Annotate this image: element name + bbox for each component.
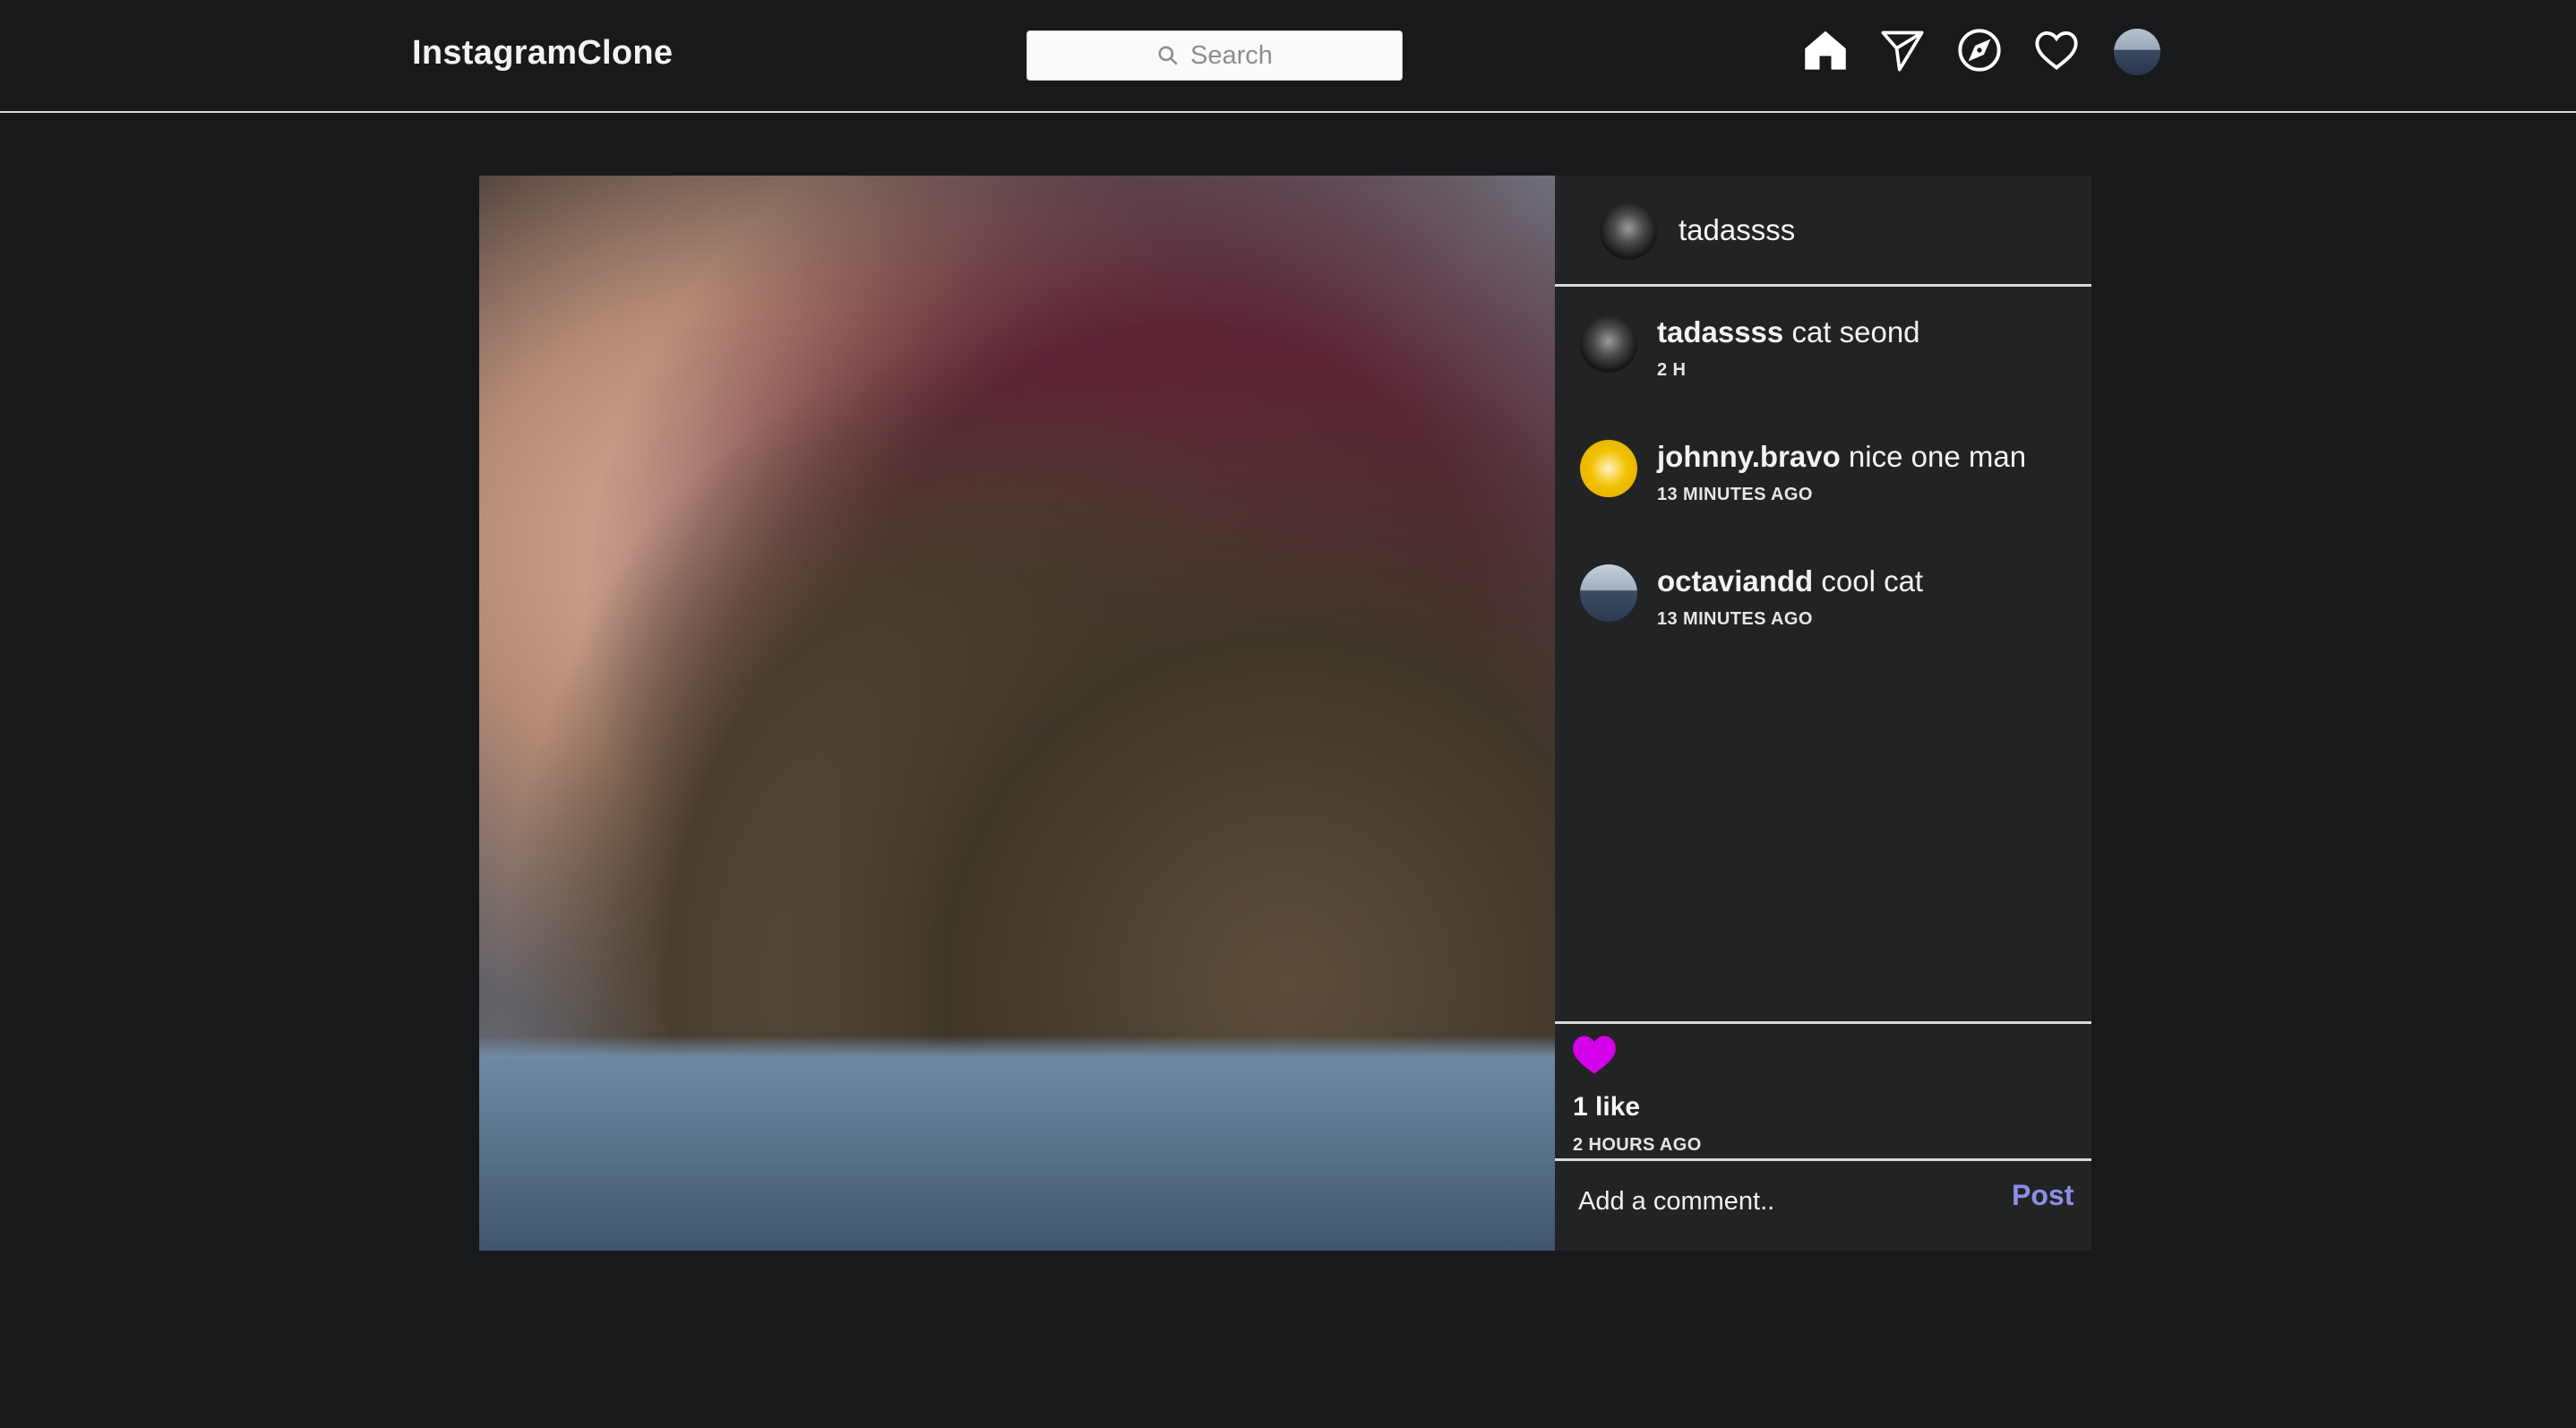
- explore-icon[interactable]: [1956, 27, 2003, 73]
- post-comment-button[interactable]: Post: [2012, 1179, 2074, 1212]
- comment-body: cool cat: [1821, 564, 1924, 598]
- comment-body: cat seond: [1791, 315, 1920, 348]
- comment-item: tadassss cat seond 2 H: [1555, 306, 2091, 405]
- comment-timestamp: 13 MINUTES AGO: [1657, 609, 1813, 629]
- comment-input[interactable]: [1576, 1177, 1974, 1226]
- search-placeholder: Search: [1190, 40, 1273, 70]
- comment-text: johnny.bravo nice one man: [1657, 440, 2026, 474]
- send-icon[interactable]: [1879, 27, 1926, 73]
- post-header: tadassss: [1555, 176, 2091, 287]
- post-side-panel: tadassss tadassss cat seond 2 H johnny.b…: [1555, 176, 2091, 1251]
- likes-count[interactable]: 1 like: [1573, 1092, 1640, 1123]
- profile-avatar[interactable]: [2114, 29, 2160, 75]
- author-avatar[interactable]: [1600, 202, 1657, 260]
- commenter-avatar[interactable]: [1580, 440, 1637, 497]
- like-heart-icon[interactable]: [1571, 1033, 1618, 1076]
- comment-username[interactable]: johnny.bravo: [1657, 440, 1841, 473]
- search-bar[interactable]: Search: [1026, 30, 1403, 81]
- comment-item: johnny.bravo nice one man 13 MINUTES AGO: [1555, 431, 2091, 529]
- author-username[interactable]: tadassss: [1679, 213, 1795, 247]
- brand-logo[interactable]: InstagramClone: [412, 34, 673, 73]
- comment-username[interactable]: tadassss: [1657, 315, 1783, 348]
- comment-body: nice one man: [1848, 440, 2027, 473]
- comment-text: tadassss cat seond: [1657, 315, 1920, 349]
- home-icon[interactable]: [1802, 27, 1849, 73]
- comment-timestamp: 2 H: [1657, 360, 1687, 380]
- comment-item: octaviandd cool cat 13 MINUTES AGO: [1555, 555, 2091, 654]
- heart-icon[interactable]: [2033, 27, 2080, 73]
- post-actions: 1 like 2 HOURS AGO: [1555, 1021, 2091, 1161]
- post-image: [479, 176, 1555, 1251]
- comment-text: octaviandd cool cat: [1657, 564, 1923, 598]
- commenter-avatar[interactable]: [1580, 315, 1637, 373]
- comment-timestamp: 13 MINUTES AGO: [1657, 485, 1813, 504]
- comment-username[interactable]: octaviandd: [1657, 564, 1813, 598]
- search-icon: [1158, 46, 1178, 65]
- post-timestamp: 2 HOURS AGO: [1573, 1135, 1702, 1155]
- commenter-avatar[interactable]: [1580, 564, 1637, 622]
- top-navbar: InstagramClone Search: [0, 0, 2576, 113]
